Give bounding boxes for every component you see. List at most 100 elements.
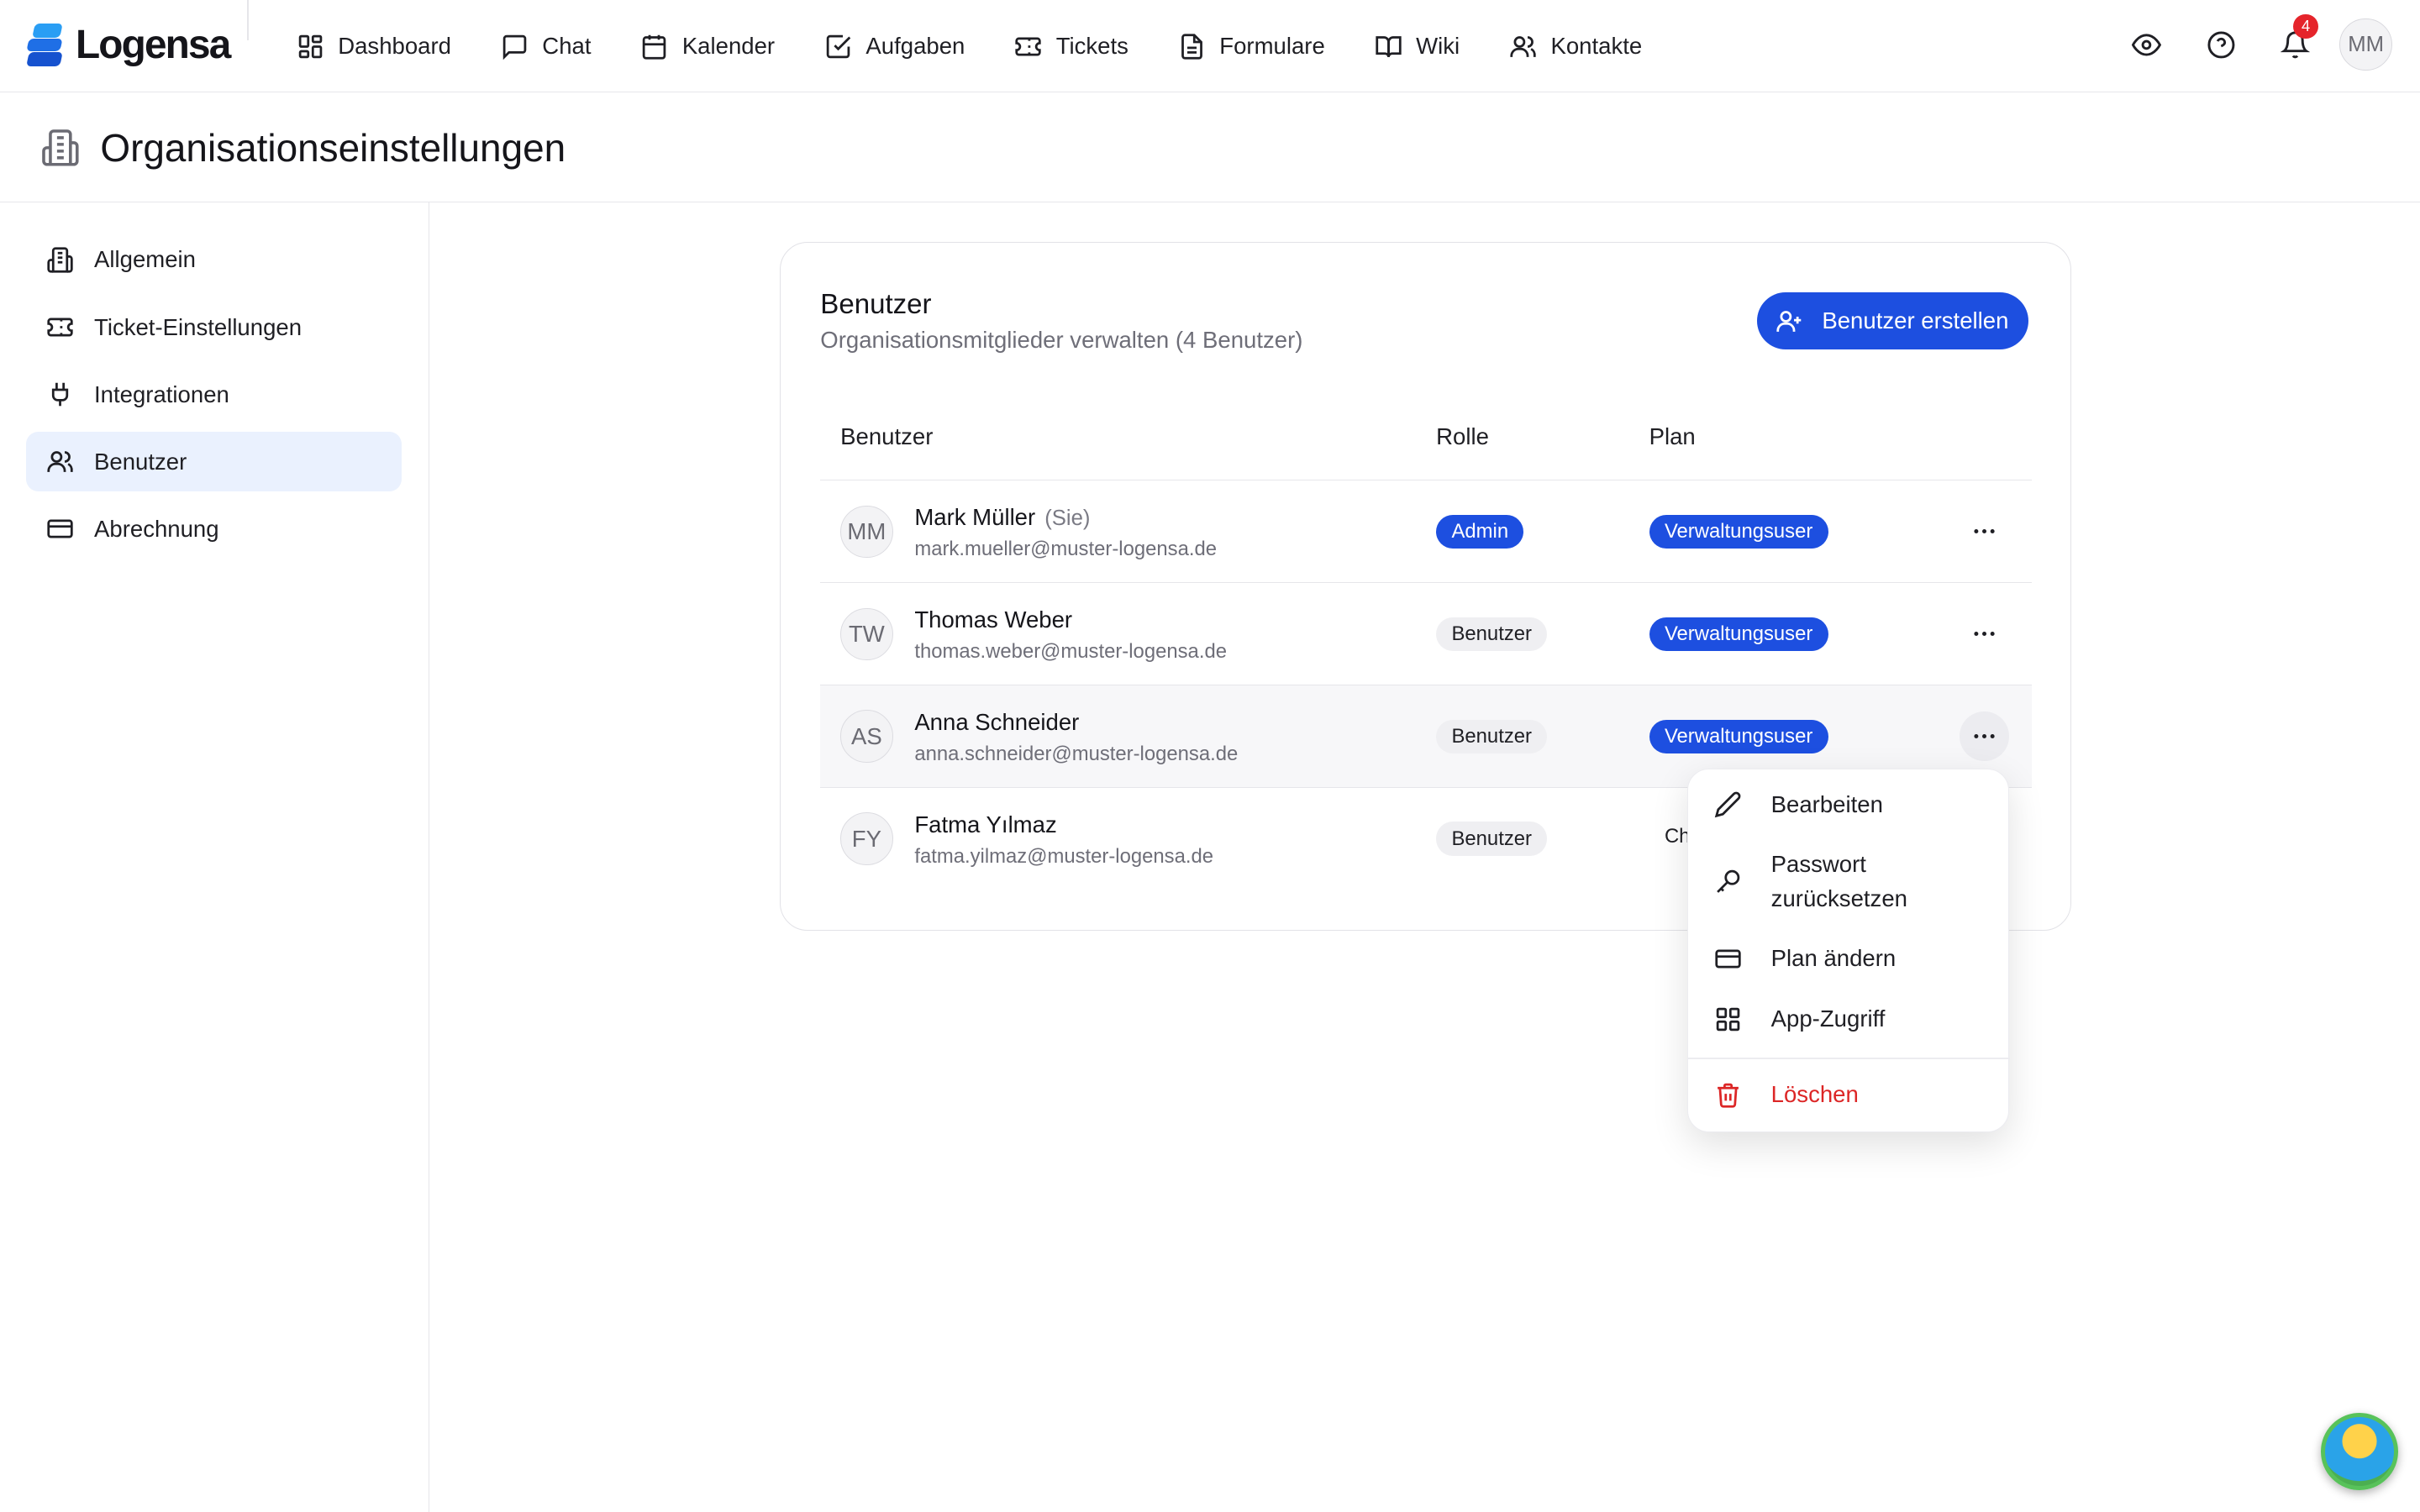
table-header: Benutzer Rolle Plan xyxy=(820,405,2033,481)
user-email: anna.schneider@muster-logensa.de xyxy=(914,743,1239,766)
grid-icon xyxy=(1716,1007,1740,1031)
menu-item-bearbeiten[interactable]: Bearbeiten xyxy=(1688,788,2011,822)
sidebar-item-label: Allgemein xyxy=(94,246,196,273)
assistant-widget-button[interactable] xyxy=(2321,1413,2399,1491)
user-name: Thomas Weber xyxy=(914,606,1073,633)
user-plus-icon xyxy=(1776,310,1802,332)
trash-icon xyxy=(1717,1083,1739,1108)
nav-chat[interactable]: Chat xyxy=(501,33,592,60)
sidebar-item-allgemein[interactable]: Allgemein xyxy=(26,230,402,291)
avatar: MM xyxy=(840,505,893,558)
settings-sidebar: Allgemein Ticket-Einstellungen Integrati… xyxy=(0,202,429,1512)
users-icon xyxy=(47,451,73,473)
document-icon xyxy=(1181,33,1202,60)
logo[interactable]: Logensa xyxy=(26,22,231,68)
user-avatar[interactable]: MM xyxy=(2339,18,2392,71)
credit-card-icon xyxy=(1715,949,1741,969)
plan-badge: Verwaltungsuser xyxy=(1649,617,1828,651)
help-button[interactable] xyxy=(2195,18,2247,71)
create-user-label: Benutzer erstellen xyxy=(1822,307,2009,334)
ticket-icon xyxy=(1015,37,1041,56)
book-icon xyxy=(1375,35,1402,57)
table-row[interactable]: TW Thomas Weber thomas.weber@muster-loge… xyxy=(820,583,2033,686)
role-badge: Benutzer xyxy=(1436,617,1548,651)
more-horizontal-icon xyxy=(1974,529,1995,534)
contacts-icon xyxy=(1510,35,1536,57)
nav-wiki[interactable]: Wiki xyxy=(1375,33,1460,60)
sidebar-item-abrechnung[interactable]: Abrechnung xyxy=(26,499,402,559)
sidebar-item-benutzer[interactable]: Benutzer xyxy=(26,431,402,492)
avatar: FY xyxy=(840,812,893,865)
nav-aufgaben[interactable]: Aufgaben xyxy=(824,33,965,60)
nav-wiki-label: Wiki xyxy=(1416,33,1460,60)
preview-button[interactable] xyxy=(2121,18,2173,71)
menu-item-plan-aendern[interactable]: Plan ändern xyxy=(1688,942,2011,975)
row-actions-button[interactable] xyxy=(1959,711,2009,762)
sidebar-item-label: Benutzer xyxy=(94,448,187,475)
pencil-icon xyxy=(1714,792,1741,818)
logo-divider xyxy=(246,0,249,40)
building-icon xyxy=(47,247,73,273)
plug-icon xyxy=(51,382,69,407)
menu-item-label: Plan ändern xyxy=(1770,945,1897,972)
column-header-benutzer: Benutzer xyxy=(840,423,934,450)
nav-dashboard[interactable]: Dashboard xyxy=(297,33,451,60)
more-horizontal-icon xyxy=(1974,632,1995,637)
task-check-icon xyxy=(826,34,851,58)
nav-tickets-label: Tickets xyxy=(1055,33,1128,60)
notification-badge: 4 xyxy=(2293,13,2318,39)
user-email: thomas.weber@muster-logensa.de xyxy=(914,640,1227,664)
sidebar-item-label: Ticket-Einstellungen xyxy=(94,313,302,340)
column-header-plan: Plan xyxy=(1649,423,1696,450)
eye-icon xyxy=(2132,34,2162,56)
page-header: Organisationseinstellungen xyxy=(0,94,2420,202)
sidebar-item-label: Integrationen xyxy=(94,381,229,407)
nav-tickets[interactable]: Tickets xyxy=(1014,33,1128,60)
menu-item-loeschen[interactable]: Löschen xyxy=(1688,1078,2011,1111)
role-badge: Benutzer xyxy=(1436,719,1548,753)
credit-card-icon xyxy=(47,519,73,538)
nav-dashboard-label: Dashboard xyxy=(338,33,451,60)
plan-badge: Verwaltungsuser xyxy=(1649,514,1828,549)
nav-kalender[interactable]: Kalender xyxy=(640,33,775,60)
create-user-button[interactable]: Benutzer erstellen xyxy=(1757,292,2029,350)
table-row[interactable]: MM Mark Müller (Sie) mark.mueller@muster-… xyxy=(820,480,2033,584)
plan-badge: Verwaltungsuser xyxy=(1649,719,1828,753)
key-icon xyxy=(1716,869,1740,894)
menu-item-app-zugriff[interactable]: App-Zugriff xyxy=(1688,1002,2011,1036)
avatar: AS xyxy=(840,710,893,763)
plan-label: Ch xyxy=(1664,825,1691,848)
menu-item-passwort-zuruecksetzen[interactable]: Passwort zurücksetzen xyxy=(1688,848,2011,916)
user-name: Anna Schneider xyxy=(914,708,1080,735)
nav-chat-label: Chat xyxy=(542,33,592,60)
top-actions: 4 MM xyxy=(2099,13,2392,71)
help-icon xyxy=(2207,31,2235,59)
nav-kalender-label: Kalender xyxy=(681,33,776,60)
card-title: Benutzer xyxy=(820,289,932,321)
sidebar-item-ticket-einstellungen[interactable]: Ticket-Einstellungen xyxy=(26,297,402,358)
top-bar: Logensa Dashboard Chat Kalender Aufgaben… xyxy=(0,0,2420,93)
more-horizontal-icon xyxy=(1974,734,1995,739)
row-actions-button[interactable] xyxy=(1960,609,2009,659)
sidebar-item-integrationen[interactable]: Integrationen xyxy=(26,365,402,425)
main-nav: Dashboard Chat Kalender Aufgaben Tickets… xyxy=(297,0,1691,92)
menu-item-label: App-Zugriff xyxy=(1770,1005,1886,1032)
menu-divider xyxy=(1687,1058,2011,1059)
row-context-menu: Bearbeiten Passwort zurücksetzen Plan än… xyxy=(1686,768,2011,1133)
logo-text: Logensa xyxy=(75,22,231,67)
user-email: fatma.yilmaz@muster-logensa.de xyxy=(914,845,1214,868)
avatar: TW xyxy=(840,607,893,660)
card-subtitle: Organisationsmitglieder verwalten (4 Ben… xyxy=(820,326,1303,353)
sidebar-item-label: Abrechnung xyxy=(94,515,219,542)
menu-item-label: Bearbeiten xyxy=(1770,790,1883,817)
role-badge: Admin xyxy=(1436,514,1524,549)
nav-formulare[interactable]: Formulare xyxy=(1178,33,1325,60)
column-header-rolle: Rolle xyxy=(1436,423,1489,450)
nav-kontakte[interactable]: Kontakte xyxy=(1509,33,1642,60)
user-name: Mark Müller (Sie) xyxy=(914,504,1090,531)
dashboard-icon xyxy=(298,34,322,58)
notifications-button[interactable]: 4 xyxy=(2269,13,2321,71)
role-badge: Benutzer xyxy=(1436,822,1548,856)
row-actions-button[interactable] xyxy=(1960,507,2009,556)
user-email: mark.mueller@muster-logensa.de xyxy=(914,538,1218,561)
